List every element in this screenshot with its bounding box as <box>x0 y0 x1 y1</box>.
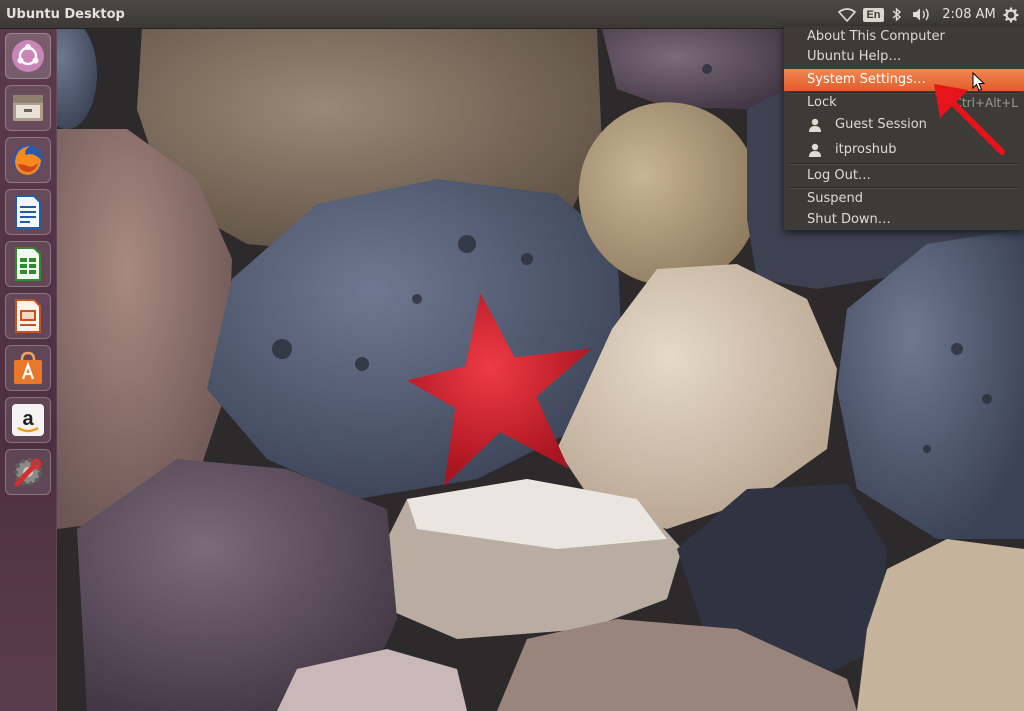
volume-icon[interactable] <box>911 5 933 24</box>
clock[interactable]: 2:08 AM <box>942 5 996 24</box>
top-panel: Ubuntu Desktop En 2:08 AM <box>0 0 1024 29</box>
ubuntu-logo-icon <box>11 39 45 73</box>
menu-item-help[interactable]: Ubuntu Help… <box>784 46 1024 68</box>
dash-home-button[interactable] <box>5 33 51 79</box>
system-settings-launcher-button[interactable] <box>5 449 51 495</box>
launcher: a <box>0 29 57 711</box>
wifi-icon[interactable] <box>836 5 858 24</box>
user-name-label: itproshub <box>835 142 897 157</box>
user-icon <box>808 143 822 165</box>
window-title: Ubuntu Desktop <box>6 7 125 22</box>
menu-item-shut-down[interactable]: Shut Down… <box>784 209 1024 231</box>
libreoffice-writer-icon <box>13 194 43 230</box>
firefox-launcher-button[interactable] <box>5 137 51 183</box>
keyboard-language-indicator[interactable]: En <box>863 5 884 24</box>
firefox-icon <box>10 142 46 178</box>
bluetooth-icon[interactable] <box>889 5 905 24</box>
settings-wrench-icon <box>10 454 46 490</box>
lock-label: Lock <box>807 95 837 110</box>
calc-launcher-button[interactable] <box>5 241 51 287</box>
file-manager-icon <box>10 91 46 125</box>
libreoffice-impress-icon <box>13 298 43 334</box>
amazon-launcher-button[interactable]: a <box>5 397 51 443</box>
gear-icon[interactable] <box>1000 5 1022 24</box>
software-center-icon <box>11 350 45 386</box>
menu-item-about[interactable]: About This Computer <box>784 26 1024 48</box>
software-center-launcher-button[interactable] <box>5 345 51 391</box>
red-annotation-arrow-icon <box>920 76 1008 163</box>
libreoffice-calc-icon <box>13 246 43 282</box>
language-label: En <box>863 7 884 22</box>
menu-item-log-out[interactable]: Log Out… <box>784 165 1024 187</box>
svg-text:a: a <box>22 408 34 430</box>
menu-item-suspend[interactable]: Suspend <box>784 188 1024 210</box>
files-launcher-button[interactable] <box>5 85 51 131</box>
amazon-icon: a <box>10 402 46 438</box>
user-icon <box>808 118 822 140</box>
writer-launcher-button[interactable] <box>5 189 51 235</box>
impress-launcher-button[interactable] <box>5 293 51 339</box>
guest-session-label: Guest Session <box>835 117 927 132</box>
